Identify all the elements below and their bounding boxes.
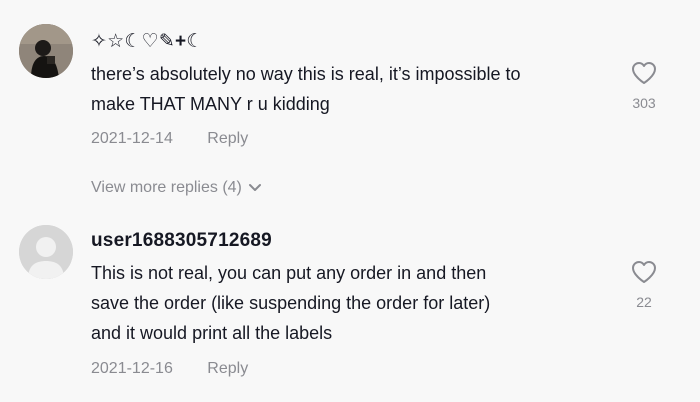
heart-outline-icon[interactable] (631, 260, 657, 284)
comment-date: 2021-12-14 (91, 130, 173, 147)
reply-button[interactable]: Reply (207, 360, 248, 377)
comment-text-line: and it would print all the labels (91, 323, 333, 343)
view-more-replies-button[interactable]: View more replies (4) (91, 179, 262, 197)
comment-text: there’s absolutely no way this is real, … (91, 59, 621, 119)
reply-button[interactable]: Reply (207, 130, 248, 147)
username[interactable]: user1688305712689 (91, 230, 272, 252)
like-button[interactable]: 22 (624, 260, 664, 310)
user-silhouette-icon (19, 225, 73, 279)
avatar-photo (19, 24, 73, 78)
comments-panel: ✧☆☾♡✎+☾ there’s absolutely no way this i… (0, 0, 700, 402)
comment-date: 2021-12-16 (91, 360, 173, 377)
comment-text-line: This is not real, you can put any order … (91, 263, 487, 283)
comment-text-line: there’s absolutely no way this is real, … (91, 64, 521, 84)
comment-text-line: save the order (like suspending the orde… (91, 293, 491, 313)
avatar[interactable] (19, 225, 73, 279)
comment-text-line: make THAT MANY r u kidding (91, 94, 330, 114)
chevron-down-icon (248, 183, 261, 191)
heart-outline-icon[interactable] (631, 61, 657, 85)
comment-item: ✧☆☾♡✎+☾ there’s absolutely no way this i… (0, 0, 700, 215)
comment-text: This is not real, you can put any order … (91, 258, 621, 348)
comment-meta: 2021-12-16 Reply (91, 360, 248, 378)
username[interactable]: ✧☆☾♡✎+☾ (91, 30, 203, 53)
avatar[interactable] (19, 24, 73, 78)
like-button[interactable]: 303 (624, 61, 664, 111)
view-more-replies-label: View more replies (4) (91, 179, 242, 196)
like-count: 303 (632, 95, 656, 111)
comment-meta: 2021-12-14 Reply (91, 130, 248, 148)
comment-item: user1688305712689 This is not real, you … (0, 215, 700, 402)
like-count: 22 (636, 294, 652, 310)
